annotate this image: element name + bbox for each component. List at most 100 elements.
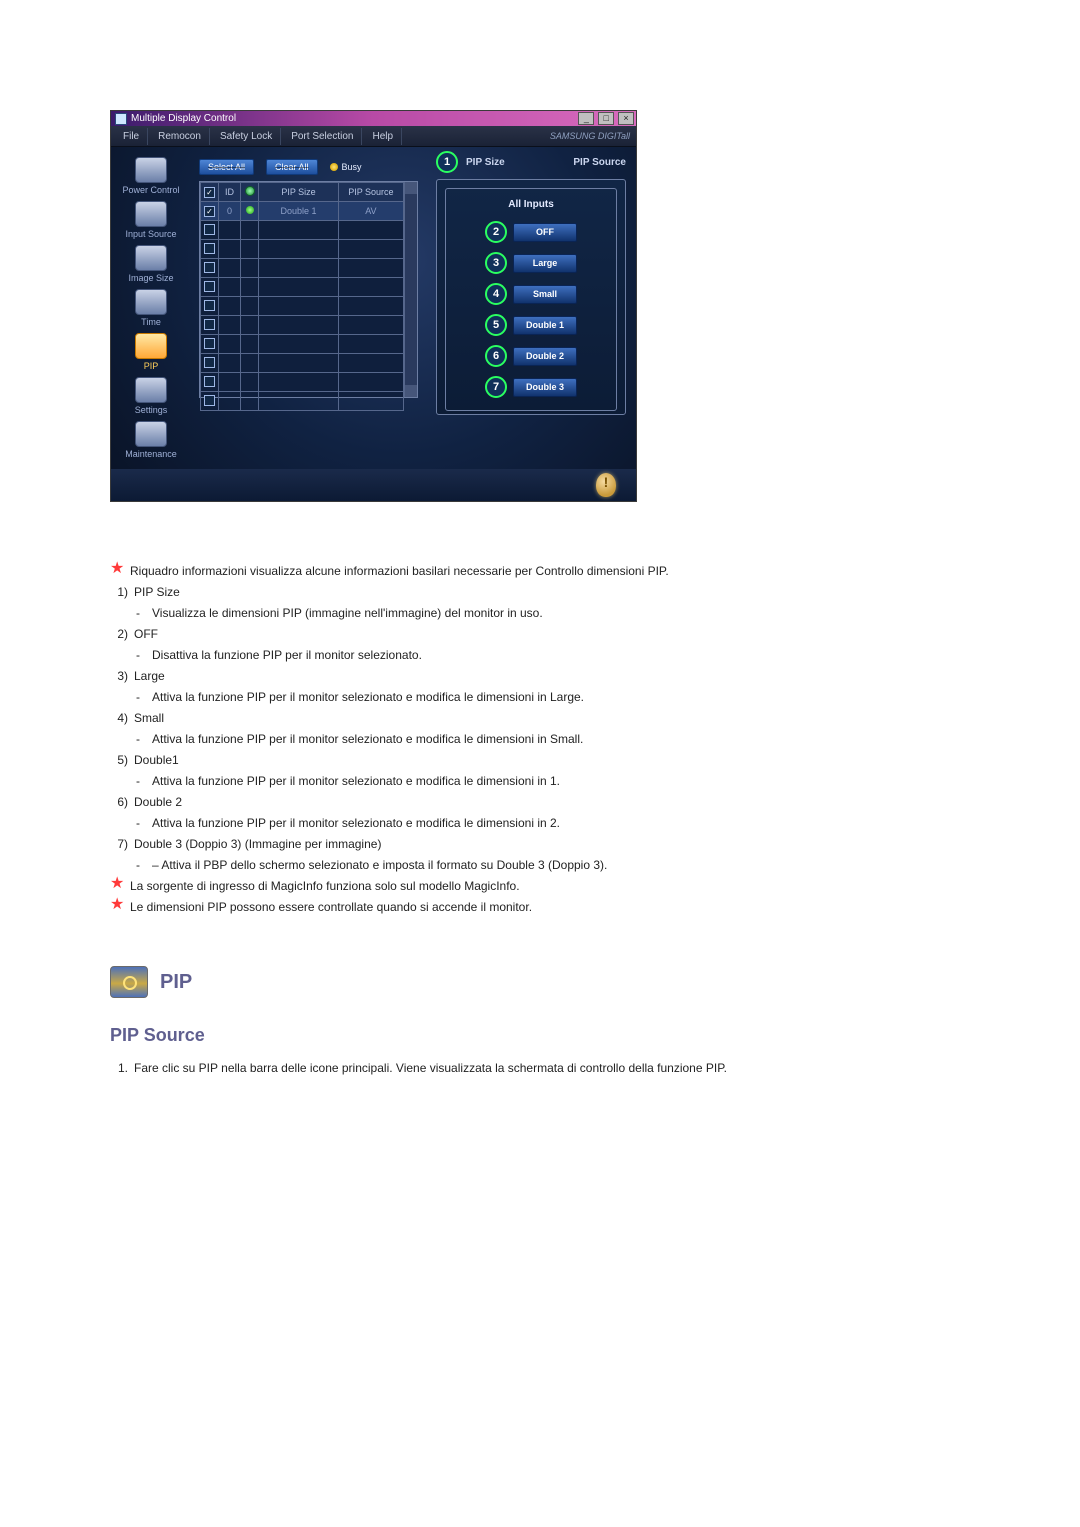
option-off-button[interactable]: OFF — [513, 223, 577, 242]
select-all-button[interactable]: Select All — [199, 159, 254, 175]
sidebar-item-input-source[interactable]: Input Source — [117, 201, 185, 239]
header-checkbox-icon[interactable] — [204, 187, 215, 198]
table-row[interactable] — [201, 297, 404, 316]
sidebar-item-pip[interactable]: PIP — [117, 333, 185, 371]
row-checkbox-icon[interactable] — [204, 224, 215, 235]
note-desc: -Attiva la funzione PIP per il monitor s… — [110, 688, 1010, 706]
step-text: Fare clic su PIP nella barra delle icone… — [134, 1059, 727, 1077]
maximize-button[interactable]: □ — [598, 112, 614, 125]
option-small-button[interactable]: Small — [513, 285, 577, 304]
pip-source-subtitle: PIP Source — [110, 1022, 1010, 1049]
right-panel-box: All Inputs 2OFF 3Large 4Small 5Double 1 … — [436, 179, 626, 415]
callout-5: 5 — [485, 314, 507, 336]
note-number: 5) — [110, 751, 128, 769]
table-row[interactable] — [201, 316, 404, 335]
cell-pip-source: AV — [339, 202, 404, 221]
table-row[interactable] — [201, 259, 404, 278]
pip-section-icon — [110, 966, 148, 998]
row-checkbox-icon[interactable] — [204, 395, 215, 406]
sidebar-item-time[interactable]: Time — [117, 289, 185, 327]
sidebar-item-label: Power Control — [122, 185, 179, 195]
note-item: 4) Small — [110, 709, 1010, 727]
note-desc: -Attiva la funzione PIP per il monitor s… — [110, 730, 1010, 748]
note-power-on: Le dimensioni PIP possono essere control… — [130, 898, 532, 916]
row-checkbox-icon[interactable] — [204, 319, 215, 330]
note-magicinfo: La sorgente di ingresso di MagicInfo fun… — [130, 877, 520, 895]
all-inputs-title: All Inputs — [508, 199, 554, 210]
row-checkbox-icon[interactable] — [204, 338, 215, 349]
note-item: 7) Double 3 (Doppio 3) (Immagine per imma… — [110, 835, 1010, 853]
option-large-button[interactable]: Large — [513, 254, 577, 273]
note-title: Double 3 (Doppio 3) (Immagine per immagi… — [134, 835, 381, 853]
dash-icon: - — [136, 772, 146, 790]
right-panel: 1 PIP Size PIP Source All Inputs 2OFF 3L… — [426, 147, 636, 469]
menu-port-selection[interactable]: Port Selection — [283, 128, 362, 145]
pip-section: PIP PIP Source 1.Fare clic su PIP nella … — [110, 966, 1010, 1077]
header-pip-source: PIP Source — [573, 157, 626, 168]
step-item: 1. Fare clic su PIP nella barra delle ico… — [110, 1059, 1010, 1077]
cell-id: 0 — [219, 202, 241, 221]
table-scrollbar[interactable] — [404, 182, 417, 397]
th-pip-source: PIP Source — [339, 183, 404, 202]
table-row[interactable] — [201, 373, 404, 392]
menu-file[interactable]: File — [115, 128, 148, 145]
callout-1: 1 — [436, 151, 458, 173]
sidebar-item-image-size[interactable]: Image Size — [117, 245, 185, 283]
clear-all-button[interactable]: Clear All — [266, 159, 318, 175]
note-number: 2) — [110, 625, 128, 643]
table-row[interactable] — [201, 335, 404, 354]
sidebar-item-label: Settings — [135, 405, 168, 415]
row-checkbox-icon[interactable] — [204, 357, 215, 368]
row-checkbox-icon[interactable] — [204, 206, 215, 217]
option-double3-button[interactable]: Double 3 — [513, 378, 577, 397]
note-item: 6)Double 2 — [110, 793, 1010, 811]
dash-icon: - — [136, 730, 146, 748]
workspace: Power Control Input Source Image Size Ti… — [111, 147, 636, 469]
table-row[interactable] — [201, 392, 404, 411]
menu-help[interactable]: Help — [364, 128, 402, 145]
row-checkbox-icon[interactable] — [204, 300, 215, 311]
th-check[interactable] — [201, 183, 219, 202]
sidebar-item-power-control[interactable]: Power Control — [117, 157, 185, 195]
document-body: ★ Riquadro informazioni visualizza alcun… — [110, 562, 1010, 1077]
table-row[interactable] — [201, 221, 404, 240]
row-checkbox-icon[interactable] — [204, 243, 215, 254]
sidebar-item-label: Time — [141, 317, 161, 327]
callout-7: 7 — [485, 376, 507, 398]
row-checkbox-icon[interactable] — [204, 262, 215, 273]
power-icon — [135, 157, 167, 183]
note-title: Double 2 — [134, 793, 182, 811]
note-number: 3) — [110, 667, 128, 685]
pip-icon — [135, 333, 167, 359]
row-checkbox-icon[interactable] — [204, 281, 215, 292]
note-number: 4) — [110, 709, 128, 727]
titlebar: Multiple Display Control _ □ × — [111, 111, 636, 126]
status-led-icon — [246, 206, 254, 214]
menu-remocon[interactable]: Remocon — [150, 128, 210, 145]
note-title: Small — [134, 709, 164, 727]
right-panel-header: 1 PIP Size PIP Source — [436, 151, 626, 173]
center-toolbar: Select All Clear All Busy — [199, 159, 418, 175]
dash-icon: - — [136, 814, 146, 832]
menu-safety-lock[interactable]: Safety Lock — [212, 128, 281, 145]
note-desc: -Disattiva la funzione PIP per il monito… — [110, 646, 1010, 664]
header-led-icon — [245, 186, 255, 196]
brand-label: SAMSUNG DIGITall — [550, 131, 636, 141]
minimize-button[interactable]: _ — [578, 112, 594, 125]
option-double2-button[interactable]: Double 2 — [513, 347, 577, 366]
sidebar-item-maintenance[interactable]: Maintenance — [117, 421, 185, 459]
note-star-icon: ★ — [110, 898, 124, 912]
sidebar-item-label: Input Source — [125, 229, 176, 239]
table-row[interactable] — [201, 240, 404, 259]
table-row[interactable] — [201, 354, 404, 373]
time-icon — [135, 289, 167, 315]
close-button[interactable]: × — [618, 112, 634, 125]
step-index: 1. — [110, 1059, 128, 1077]
option-double1-button[interactable]: Double 1 — [513, 316, 577, 335]
table-row[interactable]: 0 Double 1 AV — [201, 202, 404, 221]
image-size-icon — [135, 245, 167, 271]
sidebar-item-settings[interactable]: Settings — [117, 377, 185, 415]
note-number: 7) — [110, 835, 128, 853]
table-row[interactable] — [201, 278, 404, 297]
row-checkbox-icon[interactable] — [204, 376, 215, 387]
